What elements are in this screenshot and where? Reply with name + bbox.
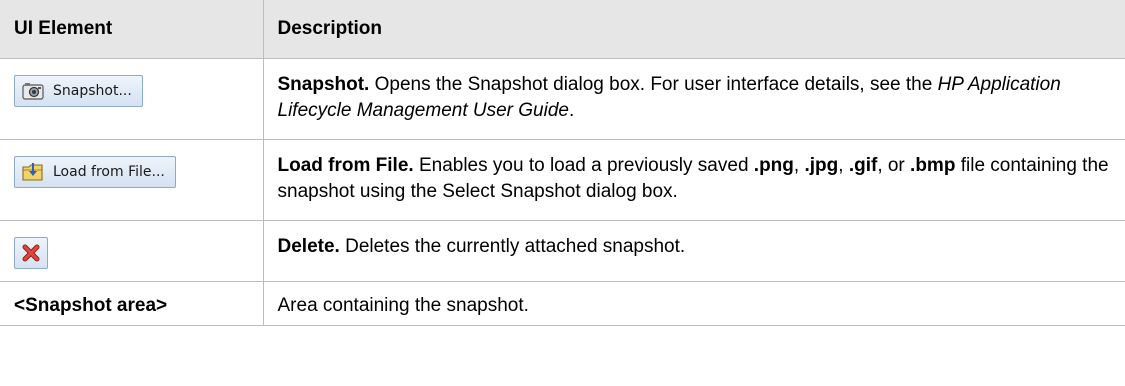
row-title: Delete. xyxy=(277,236,340,257)
description-cell: Delete. Deletes the currently attached s… xyxy=(262,220,1125,282)
table-row: <Snapshot area> Area containing the snap… xyxy=(0,281,1125,326)
description-cell: Load from File. Enables you to load a pr… xyxy=(262,139,1125,221)
snapshot-area-label: <Snapshot area> xyxy=(14,295,168,316)
delete-icon xyxy=(20,243,42,263)
folder-load-icon xyxy=(22,162,44,182)
row-text: Deletes the currently attached snapshot. xyxy=(339,236,686,257)
table-header-row: UI Element Description xyxy=(0,0,1125,59)
snapshot-button[interactable]: Snapshot... xyxy=(14,75,143,107)
row-title: Snapshot. xyxy=(277,74,370,95)
load-from-file-button-label: Load from File... xyxy=(53,164,165,180)
ui-element-cell xyxy=(0,220,264,282)
header-ui-element: UI Element xyxy=(0,0,264,59)
separator: , xyxy=(838,155,849,176)
ext-png: .png xyxy=(753,155,794,176)
ui-element-cell: Snapshot... xyxy=(0,58,264,140)
table-row: Delete. Deletes the currently attached s… xyxy=(0,220,1125,282)
separator: , xyxy=(793,155,805,176)
table-row: Snapshot... Snapshot. Opens the Snapshot… xyxy=(0,58,1125,140)
description-cell: Snapshot. Opens the Snapshot dialog box.… xyxy=(262,58,1125,140)
separator: , or xyxy=(877,155,911,176)
load-from-file-button[interactable]: Load from File... xyxy=(14,156,176,188)
ui-elements-table: UI Element Description Snapshot... Snaps… xyxy=(0,0,1125,326)
snapshot-button-label: Snapshot... xyxy=(53,83,132,99)
ext-jpg: .jpg xyxy=(804,155,839,176)
ext-bmp: .bmp xyxy=(910,155,956,176)
row-text-end: . xyxy=(568,100,575,121)
ext-gif: .gif xyxy=(848,155,878,176)
description-cell: Area containing the snapshot. xyxy=(262,281,1125,326)
table-row: Load from File... Load from File. Enable… xyxy=(0,139,1125,221)
row-text: Opens the Snapshot dialog box. For user … xyxy=(369,74,938,95)
header-description: Description xyxy=(262,0,1125,59)
camera-icon xyxy=(22,81,44,101)
delete-button[interactable] xyxy=(14,237,48,269)
row-text: Area containing the snapshot. xyxy=(277,295,529,316)
row-title: Load from File. xyxy=(277,155,414,176)
ui-element-cell: Load from File... xyxy=(0,139,264,221)
ui-element-cell: <Snapshot area> xyxy=(0,281,264,326)
row-text: Enables you to load a previously saved xyxy=(413,155,754,176)
